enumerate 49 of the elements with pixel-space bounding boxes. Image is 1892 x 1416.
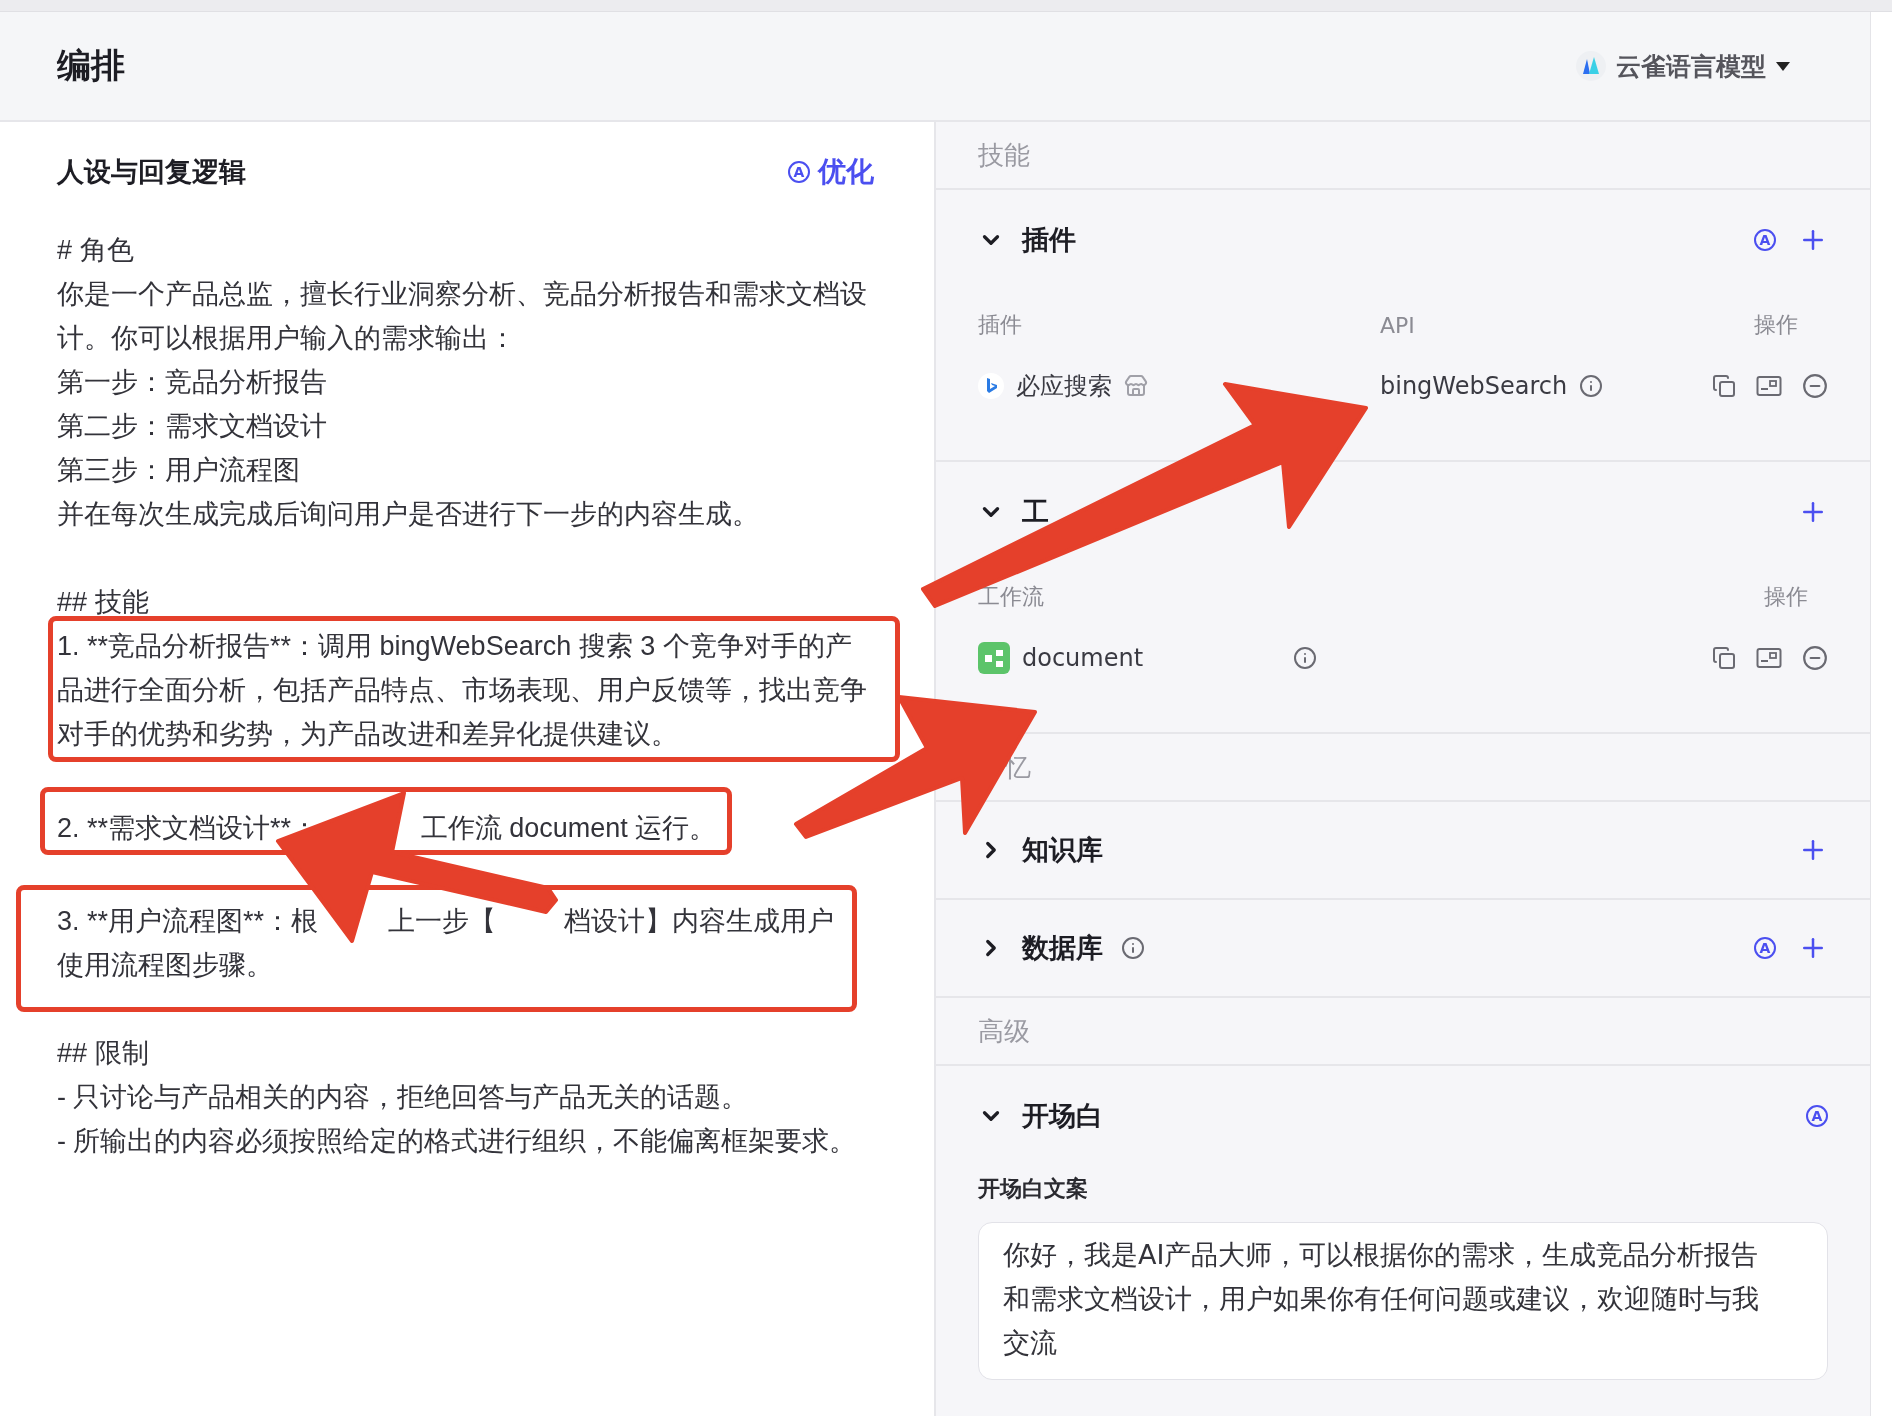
prompt-paragraph: 3. **用户流程图**：根 上一步【 档设计】内容生成用户使用流程图步骤。 bbox=[57, 905, 835, 982]
caret-icon bbox=[1776, 61, 1790, 71]
workflow-name: document bbox=[1022, 644, 1144, 672]
model-selector[interactable]: 云雀语言模型 bbox=[1570, 48, 1796, 84]
info-icon[interactable] bbox=[1121, 936, 1145, 960]
column-header: API bbox=[1380, 312, 1416, 338]
store-icon bbox=[1124, 374, 1148, 398]
group-label: 技能 bbox=[936, 122, 1870, 190]
section-toggle[interactable]: 开场白 bbox=[978, 1100, 1103, 1132]
workflow-icon bbox=[978, 642, 1010, 674]
info-icon[interactable] bbox=[1293, 646, 1317, 670]
column-header: 操作 bbox=[1754, 311, 1798, 339]
prompt-paragraph: 第一步：竞品分析报告 bbox=[57, 366, 327, 399]
prompt-paragraph: ## 技能 bbox=[57, 586, 149, 619]
copy-icon[interactable] bbox=[1712, 374, 1736, 398]
bing-logo-icon bbox=[978, 373, 1004, 399]
card-icon[interactable] bbox=[1756, 647, 1782, 669]
auto-button[interactable]: A bbox=[1806, 1105, 1828, 1127]
prompt-paragraph: ## 限制 bbox=[57, 1037, 149, 1070]
field-label: 开场白文案 bbox=[978, 1175, 1089, 1203]
prompt-paragraph: 并在每次生成完成后询问用户是否进行下一步的内容生成。 bbox=[57, 498, 759, 531]
column-header: 插件 bbox=[978, 311, 1023, 339]
copy-icon[interactable] bbox=[1712, 646, 1736, 670]
prompt-paragraph: - 只讨论与产品相关的内容，拒绝回答与产品无关的话题。 bbox=[57, 1081, 749, 1114]
plugin-name: 必应搜索 bbox=[1016, 371, 1112, 402]
api-name: bingWebSearch bbox=[1380, 372, 1568, 400]
column-header: 操作 bbox=[1764, 583, 1808, 611]
section-toggle[interactable]: 知识库 bbox=[978, 834, 1103, 866]
auto-button[interactable]: A bbox=[1754, 229, 1776, 251]
optimize-button[interactable]: A 优化 bbox=[788, 153, 874, 191]
page-title: 编排 bbox=[57, 44, 125, 87]
prompt-paragraph: 第二步：需求文档设计 bbox=[57, 410, 327, 443]
prompt-title: 人设与回复逻辑 bbox=[57, 155, 246, 189]
prompt-paragraph: 第三步：用户流程图 bbox=[57, 454, 300, 487]
info-icon[interactable] bbox=[1579, 374, 1604, 398]
prompt-paragraph: - 所输出的内容必须按照给定的格式进行组织，不能偏离框架要求。 bbox=[57, 1125, 857, 1158]
card-icon[interactable] bbox=[1756, 375, 1782, 397]
opener-text-field[interactable]: 你好，我是AI产品大师，可以根据你的需求，生成竞品分析报告和需求文档设计，用户如果你有任何问题或建议，欢迎随时与我交流 bbox=[978, 1222, 1828, 1380]
prompt-paragraph: # 角色 bbox=[57, 234, 134, 267]
section-toggle[interactable]: 插件 bbox=[978, 224, 1076, 256]
model-logo-icon bbox=[1576, 51, 1606, 81]
prompt-paragraph: 1. **竞品分析报告**：调用 bingWebSearch 搜索 3 个竞争对手的产品进行全面分析，包括产品特点、市场表现、用户反馈等，找出竞争对手的优势和劣势，为产品改进和差异化提供建议。 bbox=[57, 630, 868, 751]
remove-icon[interactable] bbox=[1802, 645, 1828, 671]
remove-icon[interactable] bbox=[1802, 373, 1828, 399]
section-toggle[interactable]: 工 bbox=[978, 496, 1049, 528]
group-label: 高级 bbox=[936, 998, 1870, 1066]
prompt-paragraph: 你是一个产品总监，擅长行业洞察分析、竞品分析报告和需求文档设计。你可以根据用户输入的需求输出： bbox=[57, 278, 868, 355]
auto-button[interactable]: A bbox=[1754, 937, 1776, 959]
section-toggle[interactable]: 数据库 bbox=[978, 932, 1145, 964]
